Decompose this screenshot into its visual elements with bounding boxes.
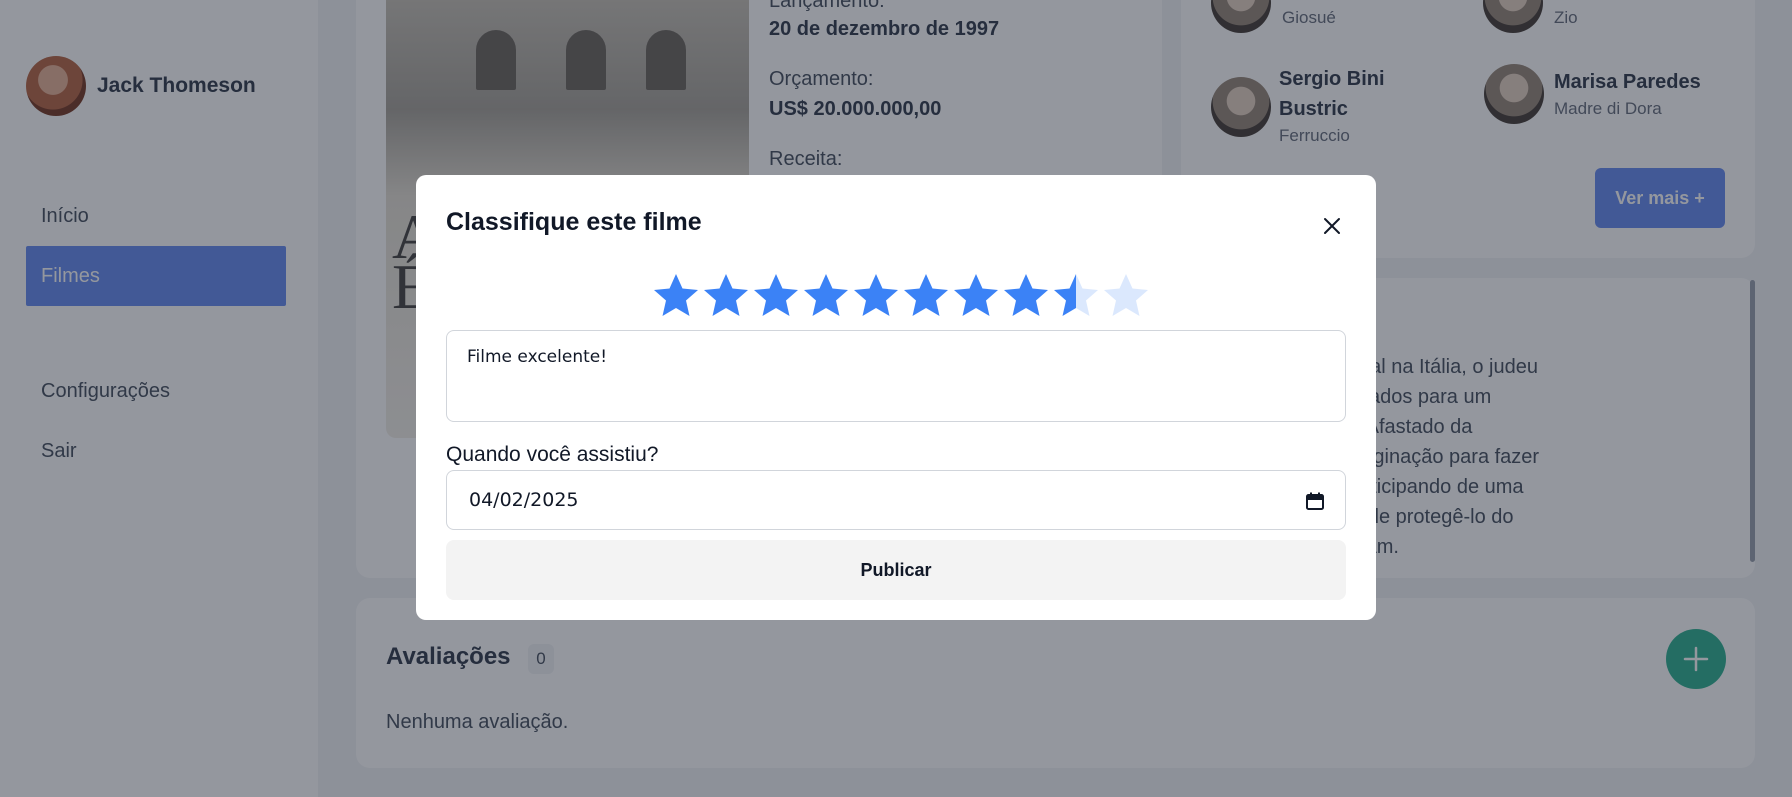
star-icon[interactable] — [751, 271, 801, 321]
star-rating[interactable] — [651, 271, 1151, 321]
date-value: 04/02/2025 — [469, 489, 579, 511]
date-label: Quando você assistiu? — [446, 443, 659, 466]
calendar-icon[interactable] — [1305, 491, 1325, 511]
close-icon — [1324, 218, 1340, 234]
rating-modal: Classifique este filme Quando você assis… — [416, 175, 1376, 620]
star-icon[interactable] — [1051, 271, 1101, 321]
star-icon[interactable] — [801, 271, 851, 321]
star-icon[interactable] — [651, 271, 701, 321]
star-icon[interactable] — [1101, 271, 1151, 321]
star-icon[interactable] — [1001, 271, 1051, 321]
watched-date-input[interactable]: 04/02/2025 — [446, 470, 1346, 530]
modal-title: Classifique este filme — [446, 208, 702, 236]
publish-button[interactable]: Publicar — [446, 540, 1346, 600]
star-icon[interactable] — [951, 271, 1001, 321]
star-icon[interactable] — [901, 271, 951, 321]
comment-field[interactable] — [446, 330, 1346, 422]
star-icon[interactable] — [851, 271, 901, 321]
close-button[interactable] — [1316, 210, 1348, 242]
star-icon[interactable] — [701, 271, 751, 321]
